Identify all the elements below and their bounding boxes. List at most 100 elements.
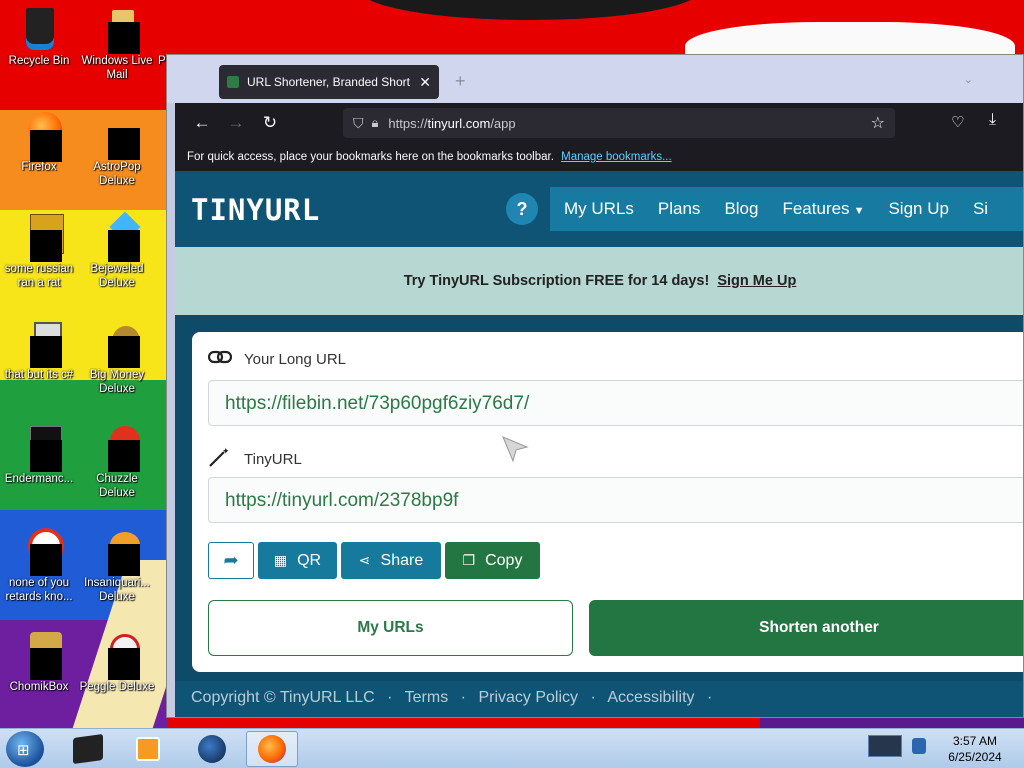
share-button-label: Share bbox=[380, 551, 424, 569]
long-url-label: Your Long URL bbox=[207, 350, 347, 369]
url-text[interactable]: https://tinyurl.com/app bbox=[388, 116, 870, 131]
desktop-icon-none-of-you[interactable]: none of you retards kno... bbox=[1, 528, 77, 604]
new-tab-button[interactable]: + bbox=[455, 71, 466, 92]
tinyurl-logo[interactable]: TINYURL bbox=[191, 193, 320, 227]
copy-button[interactable]: ❐ Copy bbox=[445, 542, 540, 579]
help-button[interactable]: ? bbox=[506, 193, 538, 225]
volume-icon[interactable] bbox=[912, 738, 926, 754]
reload-button[interactable]: ↻ bbox=[253, 113, 287, 133]
copyright-text: Copyright © TinyURL LLC bbox=[191, 689, 375, 706]
taskbar-app-media[interactable] bbox=[62, 731, 114, 767]
desktop-icon-insaniquarium[interactable]: Insaniquari... Deluxe bbox=[79, 528, 155, 604]
system-tray bbox=[868, 735, 926, 757]
desktop-icon-astropop[interactable]: AstroPop Deluxe bbox=[79, 112, 155, 188]
clock-time: 3:57 AM bbox=[952, 734, 998, 748]
nav-blog[interactable]: Blog bbox=[724, 199, 758, 219]
network-icon[interactable] bbox=[868, 735, 902, 757]
site-nav: My URLs Plans Blog Features ▼ Sign Up Si bbox=[550, 187, 1023, 231]
tinyurl-favicon-icon bbox=[227, 76, 239, 88]
link-icon bbox=[207, 350, 234, 369]
nav-my-urls[interactable]: My URLs bbox=[564, 199, 634, 219]
nav-plans[interactable]: Plans bbox=[658, 199, 701, 219]
sign-me-up-link[interactable]: Sign Me Up bbox=[717, 273, 796, 289]
app-icon bbox=[16, 528, 64, 576]
magic-wand-icon: ✦ bbox=[208, 446, 234, 473]
game-icon bbox=[94, 320, 140, 368]
share-button[interactable]: ⋖ Share bbox=[341, 542, 441, 579]
tab-bar: URL Shortener, Branded Short L ✕ + ⌄ bbox=[167, 55, 1023, 103]
close-tab-icon[interactable]: ✕ bbox=[419, 74, 431, 91]
wallpaper-shape bbox=[360, 0, 700, 20]
game-icon bbox=[94, 211, 141, 262]
app-icon bbox=[73, 733, 103, 765]
privacy-policy-link[interactable]: Privacy Policy bbox=[478, 689, 578, 706]
caret-down-icon: ▼ bbox=[853, 205, 865, 217]
media-player-icon bbox=[136, 737, 160, 761]
app-icon bbox=[158, 6, 170, 52]
tab-title: URL Shortener, Branded Short L bbox=[247, 75, 414, 89]
taskbar: ⊞ 3:57 AM 6/25/2024 bbox=[0, 728, 1024, 768]
desktop-icon-windows-live-mail[interactable]: Windows Live Mail bbox=[79, 6, 155, 82]
download-icon[interactable]: ⤓ bbox=[989, 111, 996, 129]
pocket-icon[interactable]: ♡ bbox=[951, 113, 964, 131]
desktop-icon-that-but-csharp[interactable]: that but its c# bbox=[1, 320, 77, 382]
shield-icon[interactable]: ⛉ bbox=[353, 115, 364, 132]
qr-code-icon: ▦ bbox=[273, 552, 288, 568]
bookmarks-hint: For quick access, place your bookmarks h… bbox=[187, 151, 554, 163]
open-link-button[interactable]: ➦ bbox=[208, 542, 254, 579]
copy-button-label: Copy bbox=[485, 551, 523, 569]
navigation-toolbar: ← → ↻ ⛉ 🔒︎ https://tinyurl.com/app ☆ ♡ ⤓ bbox=[175, 103, 1023, 143]
back-button[interactable]: ← bbox=[185, 113, 219, 133]
desktop-icon-firefox[interactable]: Firefox bbox=[1, 112, 77, 174]
address-bar[interactable]: ⛉ 🔒︎ https://tinyurl.com/app ☆ bbox=[343, 108, 895, 138]
desktop-icon-russian-rat[interactable]: some russian ran a rat bbox=[1, 214, 77, 290]
tinyurl-page: TINYURL ? My URLs Plans Blog Features ▼ S… bbox=[175, 171, 1023, 717]
promo-text: Try TinyURL Subscription FREE for 14 day… bbox=[403, 273, 710, 289]
site-footer: Copyright © TinyURL LLC · Terms · Privac… bbox=[175, 681, 1023, 717]
long-url-field[interactable]: https://filebin.net/73p60pgf6ziy76d7/ bbox=[208, 380, 1023, 426]
taskbar-app-player[interactable] bbox=[122, 731, 174, 767]
manage-bookmarks-link[interactable]: Manage bookmarks... bbox=[561, 151, 672, 163]
tab-tinyurl[interactable]: URL Shortener, Branded Short L ✕ bbox=[219, 65, 439, 99]
desktop-icon-recycle-bin[interactable]: Recycle Bin bbox=[1, 6, 77, 68]
promo-banner: Try TinyURL Subscription FREE for 14 day… bbox=[175, 247, 1023, 315]
lock-icon[interactable]: 🔒︎ bbox=[372, 115, 379, 131]
desktop-icon-bejeweled[interactable]: Bejeweled Deluxe bbox=[79, 211, 155, 290]
qr-button-label: QR bbox=[297, 551, 322, 569]
accessibility-link[interactable]: Accessibility bbox=[607, 689, 694, 706]
nav-sign-in[interactable]: Si bbox=[973, 199, 988, 219]
qr-button[interactable]: ▦ QR bbox=[258, 542, 337, 579]
game-icon bbox=[94, 424, 140, 472]
shorten-another-button[interactable]: Shorten another bbox=[589, 600, 1023, 656]
chevron-down-icon[interactable]: ⌄ bbox=[964, 73, 973, 86]
mouse-cursor-icon bbox=[502, 436, 529, 463]
game-icon bbox=[94, 528, 140, 576]
tinyurl-field[interactable]: https://tinyurl.com/2378bp9f bbox=[208, 477, 1023, 523]
desktop-icon-big-money[interactable]: Big Money Deluxe bbox=[79, 320, 155, 396]
desktop-icon-chomikbox[interactable]: ChomikBox bbox=[1, 632, 77, 694]
nav-features[interactable]: Features ▼ bbox=[782, 199, 864, 219]
folder-icon bbox=[16, 320, 62, 368]
long-url-label-text: Your Long URL bbox=[244, 351, 347, 368]
my-urls-button[interactable]: My URLs bbox=[208, 600, 573, 656]
forward-button[interactable]: → bbox=[219, 113, 253, 133]
firefox-icon bbox=[258, 735, 286, 763]
desktop-icon-endermanch[interactable]: Endermanc... bbox=[1, 424, 77, 486]
footer-separator: · bbox=[590, 689, 596, 706]
shortener-card: Your Long URL https://filebin.net/73p60p… bbox=[192, 332, 1023, 672]
desktop-icon-peggle[interactable]: Peggle Deluxe bbox=[79, 632, 155, 694]
windows-logo-icon: ⊞ bbox=[17, 742, 30, 759]
desktop-icon-chuzzle[interactable]: Chuzzle Deluxe bbox=[79, 424, 155, 500]
terms-link[interactable]: Terms bbox=[405, 689, 449, 706]
start-button[interactable]: ⊞ bbox=[6, 731, 44, 767]
taskbar-app-globe[interactable] bbox=[186, 731, 238, 767]
share-arrow-icon: ➦ bbox=[223, 550, 239, 570]
footer-separator: · bbox=[706, 689, 713, 706]
footer-separator: · bbox=[460, 689, 466, 706]
nav-features-label: Features bbox=[782, 199, 850, 218]
bookmark-star-icon[interactable]: ☆ bbox=[871, 113, 885, 133]
nav-sign-up[interactable]: Sign Up bbox=[888, 199, 948, 219]
taskbar-app-firefox[interactable] bbox=[246, 731, 298, 767]
footer-separator: · bbox=[387, 689, 393, 706]
system-clock[interactable]: 3:57 AM 6/25/2024 bbox=[940, 733, 1010, 765]
